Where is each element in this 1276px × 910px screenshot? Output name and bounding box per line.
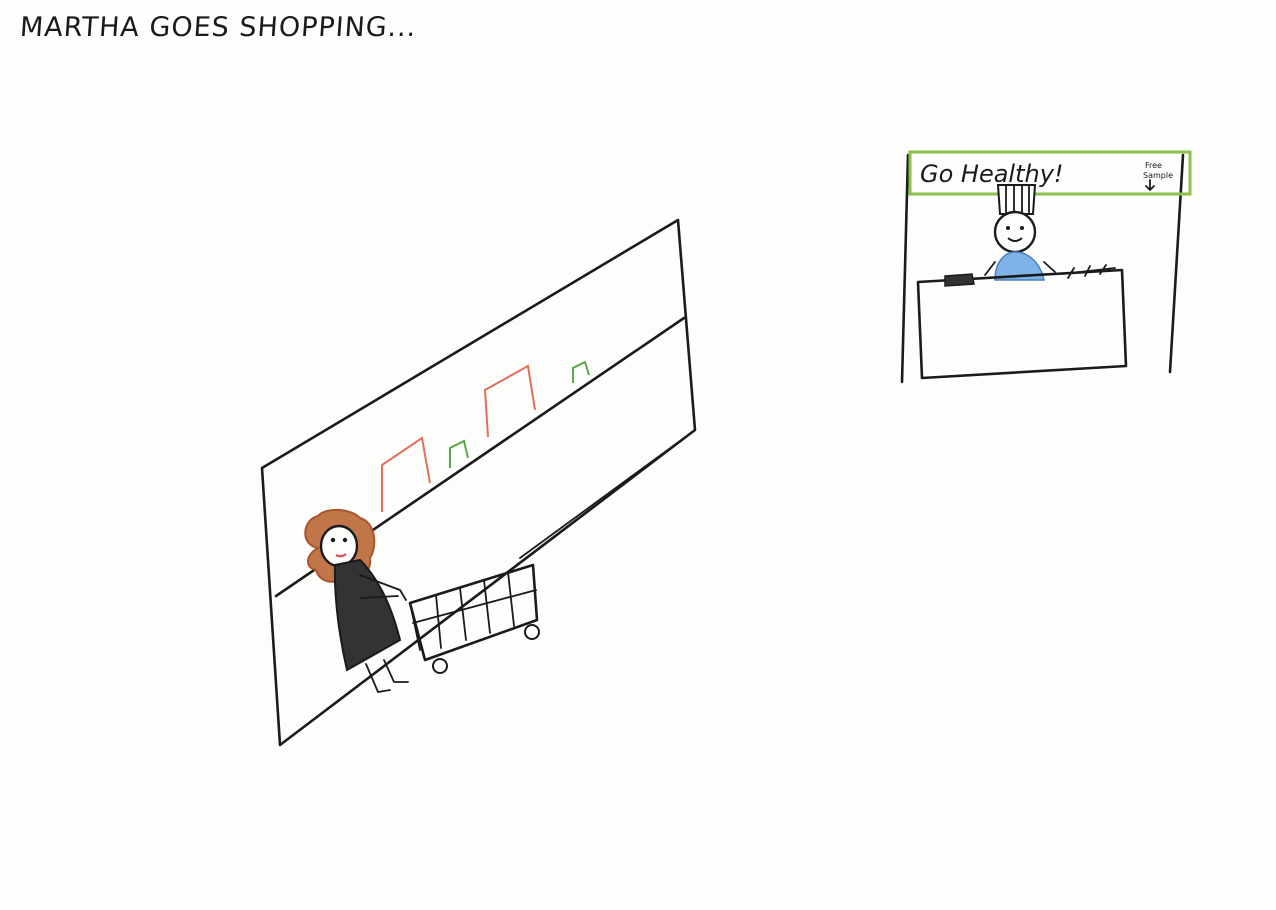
sketch-drawing: Go Healthy! Free Sample [260, 150, 1192, 747]
red-product-box [381, 436, 431, 512]
sign-small-text: Free [1145, 161, 1162, 170]
cart-wheel [432, 658, 448, 674]
red-product-box [483, 364, 536, 438]
dress [333, 558, 402, 672]
sketch-scene: MARTHA GOES SHOPPING... Go Healthy! Free… [0, 0, 1276, 910]
vendor-chef [984, 184, 1056, 281]
martha-figure [304, 508, 409, 693]
green-product-box [449, 439, 469, 468]
shopping-cart [408, 563, 540, 674]
counter-item [944, 273, 975, 287]
cart-wheel [524, 624, 540, 640]
sign-main-text: Go Healthy! [920, 160, 1064, 188]
sign-small-text: Sample [1143, 171, 1173, 180]
store-shelf [260, 218, 697, 747]
green-product-box [572, 360, 590, 383]
shelf-products [381, 360, 590, 512]
sample-stand: Go Healthy! Free Sample [900, 150, 1192, 384]
chef-face [993, 210, 1037, 254]
face [319, 524, 359, 568]
